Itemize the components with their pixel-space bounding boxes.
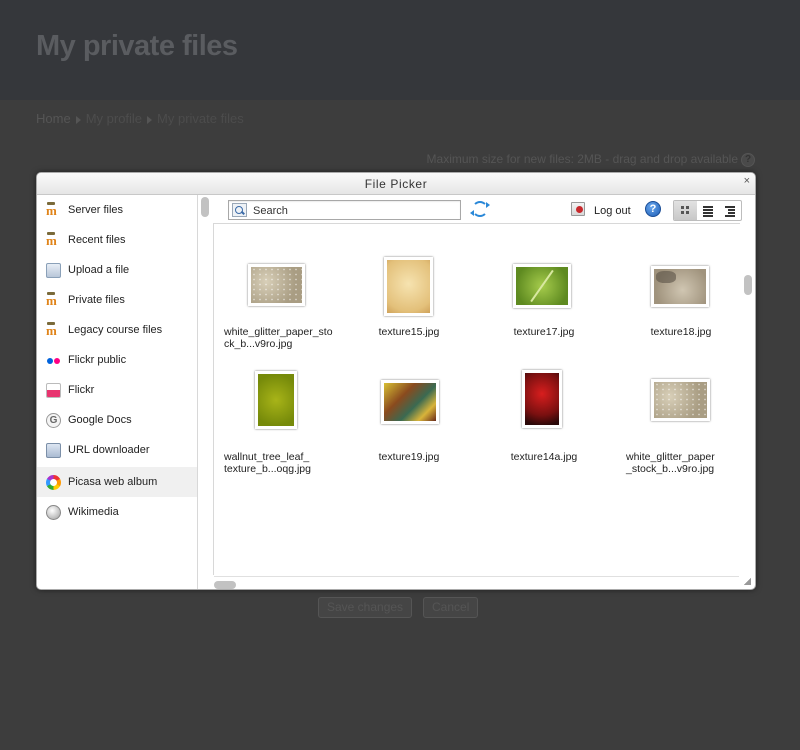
file-thumbnail xyxy=(489,254,599,326)
resize-handle-icon[interactable] xyxy=(744,578,751,585)
repository-sidebar: m Server files m Recent files Upload a f… xyxy=(37,195,198,589)
moodle-icon: m xyxy=(46,202,61,218)
file-item[interactable]: texture17.jpg xyxy=(489,254,599,364)
sidebar-item-label: URL downloader xyxy=(68,444,150,456)
file-picker-toolbar: Log out ? xyxy=(213,195,755,223)
cancel-button[interactable]: Cancel xyxy=(423,597,479,618)
file-item[interactable]: wallnut_tree_leaf_ texture_b...oqg.jpg xyxy=(224,369,334,479)
file-name: white_glitter_paper _stock_b...v9ro.jpg xyxy=(626,451,715,475)
sidebar-item-private-files[interactable]: m Private files xyxy=(37,285,197,315)
scrollbar-thumb[interactable] xyxy=(214,581,236,589)
upload-icon xyxy=(46,263,61,278)
dialog-title: File Picker xyxy=(364,177,428,191)
picasa-icon xyxy=(46,475,61,490)
breadcrumb-home[interactable]: Home xyxy=(36,111,71,126)
search-input[interactable] xyxy=(253,203,453,218)
help-icon[interactable]: ? xyxy=(741,153,755,167)
help-icon[interactable]: ? xyxy=(645,201,661,217)
file-item[interactable]: white_glitter_paper_stock_b...v9ro.jpg xyxy=(224,254,334,364)
sidebar-item-label: Flickr xyxy=(68,384,95,396)
file-picker-dialog: File Picker × m Server files m Recent fi… xyxy=(36,172,756,590)
sidebar-item-label: Recent files xyxy=(68,234,126,246)
breadcrumb-separator-icon xyxy=(147,115,153,124)
search-icon xyxy=(232,203,247,217)
sidebar-item-label: Upload a file xyxy=(68,264,130,276)
sidebar-item-picasa-web-album[interactable]: Picasa web album xyxy=(37,467,197,497)
file-grid-horizontal-scrollbar[interactable] xyxy=(214,576,739,589)
moodle-icon: m xyxy=(46,232,61,248)
file-item[interactable]: white_glitter_paper _stock_b...v9ro.jpg xyxy=(626,369,736,479)
breadcrumb-separator-icon xyxy=(75,115,81,124)
file-item[interactable]: texture15.jpg xyxy=(354,254,464,364)
wikimedia-icon xyxy=(46,505,61,520)
url-downloader-icon xyxy=(46,443,61,458)
sidebar-item-label: Server files xyxy=(68,204,124,216)
sidebar-item-label: Private files xyxy=(68,294,125,306)
sidebar-item-label: Wikimedia xyxy=(68,506,119,518)
file-grid: white_glitter_paper_stock_b...v9ro.jpg t… xyxy=(213,223,740,575)
sidebar-item-recent-files[interactable]: m Recent files xyxy=(37,225,197,255)
moodle-icon: m xyxy=(46,292,61,308)
sidebar-item-legacy-course-files[interactable]: m Legacy course files xyxy=(37,315,197,345)
view-mode-toggle xyxy=(673,200,742,221)
breadcrumb-profile[interactable]: My profile xyxy=(86,111,142,126)
sidebar-item-label: Legacy course files xyxy=(68,324,163,336)
google-icon: G xyxy=(46,413,61,428)
breadcrumb: Home My profile My private files xyxy=(36,111,244,126)
close-icon[interactable]: × xyxy=(744,175,750,187)
flickr-icon xyxy=(46,383,61,398)
file-name: texture14a.jpg xyxy=(510,451,578,463)
logout-icon[interactable] xyxy=(571,202,585,216)
max-size-text: Maximum size for new files: 2MB - drag a… xyxy=(426,152,738,166)
file-grid-vertical-scrollbar[interactable] xyxy=(741,223,755,575)
dialog-header: File Picker × xyxy=(37,173,755,195)
file-item[interactable]: texture14a.jpg xyxy=(489,369,599,479)
file-name: white_glitter_paper_stock_b...v9ro.jpg xyxy=(224,326,333,350)
sidebar-item-flickr[interactable]: Flickr xyxy=(37,375,197,405)
file-name: texture18.jpg xyxy=(650,326,712,338)
breadcrumb-current: My private files xyxy=(157,111,244,126)
sidebar-item-google-docs[interactable]: G Google Docs xyxy=(37,405,197,435)
file-thumbnail xyxy=(354,369,464,441)
file-thumbnail xyxy=(489,369,599,441)
file-thumbnail xyxy=(626,254,736,326)
sidebar-scrollbar[interactable] xyxy=(201,197,209,217)
sidebar-item-server-files[interactable]: m Server files xyxy=(37,195,197,225)
file-name: texture17.jpg xyxy=(513,326,575,338)
file-name: texture19.jpg xyxy=(378,451,440,463)
file-thumbnail xyxy=(626,369,736,441)
file-thumbnail xyxy=(224,254,334,326)
view-icons-button[interactable] xyxy=(674,201,697,220)
sidebar-item-wikimedia[interactable]: Wikimedia xyxy=(37,497,197,527)
file-name: texture15.jpg xyxy=(378,326,440,338)
sidebar-item-upload-a-file[interactable]: Upload a file xyxy=(37,255,197,285)
file-item[interactable]: texture19.jpg xyxy=(354,369,464,479)
search-box xyxy=(228,200,461,220)
view-tree-button[interactable] xyxy=(720,201,741,220)
refresh-icon[interactable] xyxy=(470,201,490,217)
flickr-icon xyxy=(46,353,61,368)
scrollbar-thumb[interactable] xyxy=(744,275,752,295)
file-name: wallnut_tree_leaf_ texture_b...oqg.jpg xyxy=(224,451,311,475)
file-thumbnail xyxy=(224,369,334,441)
save-changes-button[interactable]: Save changes xyxy=(318,597,413,618)
logout-link[interactable]: Log out xyxy=(594,205,631,217)
view-list-button[interactable] xyxy=(697,201,720,220)
sidebar-item-label: Flickr public xyxy=(68,354,127,366)
sidebar-item-url-downloader[interactable]: URL downloader xyxy=(37,435,197,465)
page-title: My private files xyxy=(36,30,238,62)
sidebar-item-label: Google Docs xyxy=(68,414,132,426)
file-thumbnail xyxy=(354,254,464,326)
file-item[interactable]: texture18.jpg xyxy=(626,254,736,364)
sidebar-item-flickr-public[interactable]: Flickr public xyxy=(37,345,197,375)
sidebar-item-label: Picasa web album xyxy=(68,476,158,488)
moodle-icon: m xyxy=(46,322,61,338)
